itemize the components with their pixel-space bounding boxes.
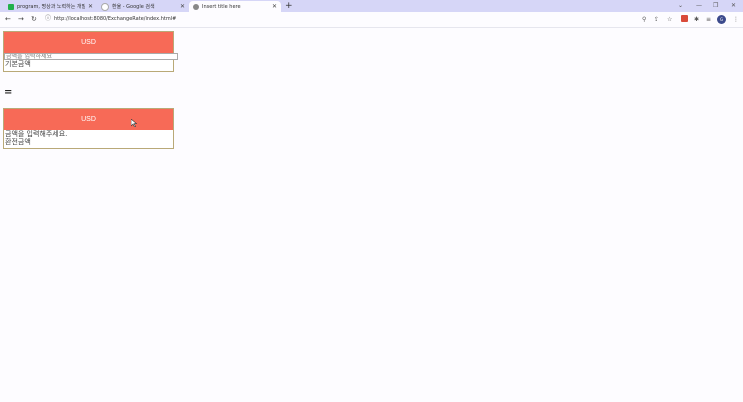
tab-label: 환율 - Google 검색 [112,4,155,10]
restore-icon[interactable]: ❐ [713,1,718,11]
reload-icon[interactable]: ↻ [31,14,37,24]
browser-toolbar: ← → ↻ ⓘ http://localhost:8080/ExchangeRa… [0,12,743,28]
equals-sign: = [4,87,13,98]
info-icon: ⓘ [45,15,52,22]
close-icon[interactable]: ✕ [180,3,185,10]
tab-insert-title[interactable]: Insert title here ✕ [189,1,281,12]
close-icon[interactable]: ✕ [88,3,93,10]
converted-amount-label: 환전금액 [5,138,31,146]
browser-tab-strip: program, 명상과 노력하는 개발 ✕ 환율 - Google 검색 ✕ … [0,0,743,12]
source-currency-button[interactable]: USD [4,32,173,53]
tab-label: program, 명상과 노력하는 개발 [17,4,85,10]
minimize-icon[interactable]: — [696,1,702,11]
tab-label: Insert title here [202,3,241,10]
target-currency-panel: USD 금액을 입력해주세요. 환전금액 [3,108,174,149]
forward-icon[interactable]: → [18,14,24,24]
profile-avatar[interactable]: G [717,15,726,24]
bookmark-star-icon[interactable]: ☆ [667,15,672,24]
target-currency-button[interactable]: USD [4,109,173,130]
share-icon[interactable]: ⇪ [654,15,659,24]
url-text: http://localhost:8080/ExchangeRate/index… [54,16,177,22]
source-currency-panel: USD 기본금액 [3,31,178,72]
address-bar[interactable]: ⓘ http://localhost:8080/ExchangeRate/ind… [45,14,176,24]
base-amount-label: 기본금액 [5,60,31,68]
menu-kebab-icon[interactable]: ⋮ [733,15,739,24]
close-icon[interactable]: ✕ [272,3,277,10]
extension-icon[interactable] [681,15,688,22]
globe-icon [193,3,199,10]
tab-program[interactable]: program, 명상과 노력하는 개발 ✕ [4,1,97,12]
converted-amount-value: 금액을 입력해주세요. [5,130,68,138]
close-window-icon[interactable]: ✕ [731,1,736,11]
tab-search-icon[interactable]: ⌄ [678,1,683,11]
google-icon [101,2,109,11]
extensions-puzzle-icon[interactable]: ✱ [694,15,699,24]
tab-google-search[interactable]: 환율 - Google 검색 ✕ [97,1,189,12]
mouse-cursor-icon [131,119,137,127]
amount-input[interactable] [4,53,178,60]
new-tab-button[interactable]: + [285,1,293,11]
site-favicon-icon [8,3,14,10]
back-icon[interactable]: ← [5,14,11,24]
zoom-icon[interactable]: ⚲ [642,15,646,24]
reading-list-icon[interactable]: ≡ [706,15,711,24]
